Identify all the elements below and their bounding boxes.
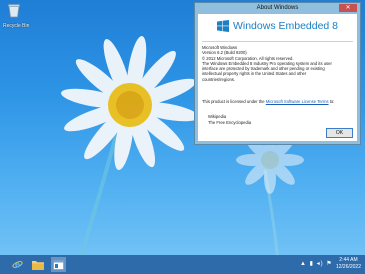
taskbar-about-windows[interactable]: [51, 257, 66, 272]
divider: [202, 41, 353, 42]
dialog-title: About Windows: [256, 5, 299, 11]
clock-time: 2:44 AM: [339, 257, 358, 263]
taskbar: e ▲ ▮ ◂) ⚑ 2:44 AM 12/26/2022: [0, 255, 365, 274]
licensed-to: Wikipedia The Free Encyclopedia: [208, 114, 251, 126]
clock-date: 12/26/2022: [335, 264, 361, 270]
internet-explorer-icon: e: [12, 260, 23, 270]
windows-logo-icon: [216, 20, 229, 32]
ok-button[interactable]: OK: [326, 128, 353, 138]
svg-text:e: e: [15, 260, 20, 270]
system-tray-icons[interactable]: ▲ ▮ ◂) ⚑: [300, 260, 333, 267]
folder-icon: [31, 260, 44, 270]
organization-name: The Free Encyclopedia: [208, 120, 252, 125]
info-line: countries/regions.: [202, 76, 236, 82]
dialog-titlebar[interactable]: About Windows ✕: [195, 3, 360, 14]
license-text-after: to:: [328, 99, 335, 104]
license-terms-link[interactable]: Microsoft Software License Terms: [266, 99, 329, 104]
close-button[interactable]: ✕: [339, 4, 357, 12]
license-statement: This product is licensed under the Micro…: [202, 99, 356, 104]
product-name: Windows Embedded 8: [232, 20, 339, 32]
recycle-bin-label: Recycle Bin: [3, 23, 30, 29]
taskbar-internet-explorer[interactable]: e: [10, 257, 25, 272]
about-windows-dialog: About Windows ✕ Windows Embedded 8 Micro…: [194, 2, 361, 145]
recycle-bin-shortcut[interactable]: Recycle Bin: [3, 3, 30, 29]
dialog-content: Windows Embedded 8 Microsoft Windows Ver…: [198, 14, 357, 141]
taskbar-clock[interactable]: 2:44 AM 12/26/2022: [336, 257, 361, 271]
license-text-before: This product is licensed under the: [202, 99, 266, 104]
window-app-icon: [53, 259, 64, 270]
taskbar-file-explorer[interactable]: [30, 257, 45, 272]
recycle-bin-icon: [8, 4, 20, 18]
version-info: Microsoft Windows Version 6.2 (Build 920…: [202, 45, 356, 82]
product-banner: Windows Embedded 8: [198, 14, 357, 38]
